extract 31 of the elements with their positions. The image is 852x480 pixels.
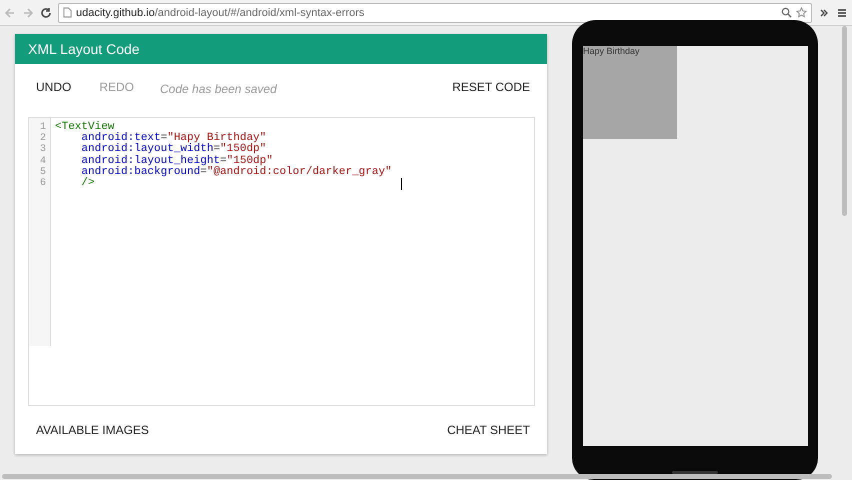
line-number: 6	[38, 178, 47, 190]
code-line: android:background="@android:color/darker_gray"	[80, 166, 392, 178]
star-icon[interactable]	[796, 7, 807, 18]
available-images-button[interactable]: AVAILABLE IMAGES	[28, 419, 157, 442]
code-line: <TextView	[55, 122, 114, 133]
line-number: 1	[38, 122, 47, 133]
undo-button[interactable]: UNDO	[28, 76, 80, 98]
page-icon	[63, 7, 72, 18]
address-bar[interactable]: udacity.github.io/android-layout/#/android/xml-syntax-errors	[58, 2, 812, 22]
code-line: android:layout_width="150dp"	[80, 144, 266, 156]
line-number: 2	[38, 132, 47, 144]
cheat-sheet-button[interactable]: CHEAT SHEET	[439, 419, 538, 442]
preview-text: Hapy Birthday	[583, 46, 640, 56]
line-number: 5	[38, 166, 47, 178]
reset-code-button[interactable]: RESET CODE	[444, 76, 538, 98]
line-number: 4	[38, 156, 47, 167]
line-number: 3	[38, 144, 47, 156]
horizontal-scrollbar[interactable]	[2, 474, 832, 479]
card-title: XML Layout Code	[15, 34, 547, 64]
code-editor[interactable]: 1 2 3 4 5 6 <TextView android:text="Hapy Birthday" android:layout_width="150dp" android:layout_height="150dp" android:background="@android:color/darker_gray" />	[28, 116, 535, 406]
reload-icon[interactable]	[40, 6, 52, 18]
home-bar	[672, 471, 718, 474]
vertical-scrollbar[interactable]	[842, 26, 847, 216]
save-status: Code has been saved	[160, 82, 277, 96]
text-cursor	[401, 178, 402, 190]
menu-icon[interactable]	[836, 6, 848, 18]
code-line: android:text="Hapy Birthday"	[80, 132, 268, 144]
code-line: android:layout_height="150dp"	[80, 156, 273, 167]
extensions-icon[interactable]	[818, 6, 830, 18]
code-line: />	[80, 178, 96, 190]
zoom-icon[interactable]	[781, 7, 792, 18]
